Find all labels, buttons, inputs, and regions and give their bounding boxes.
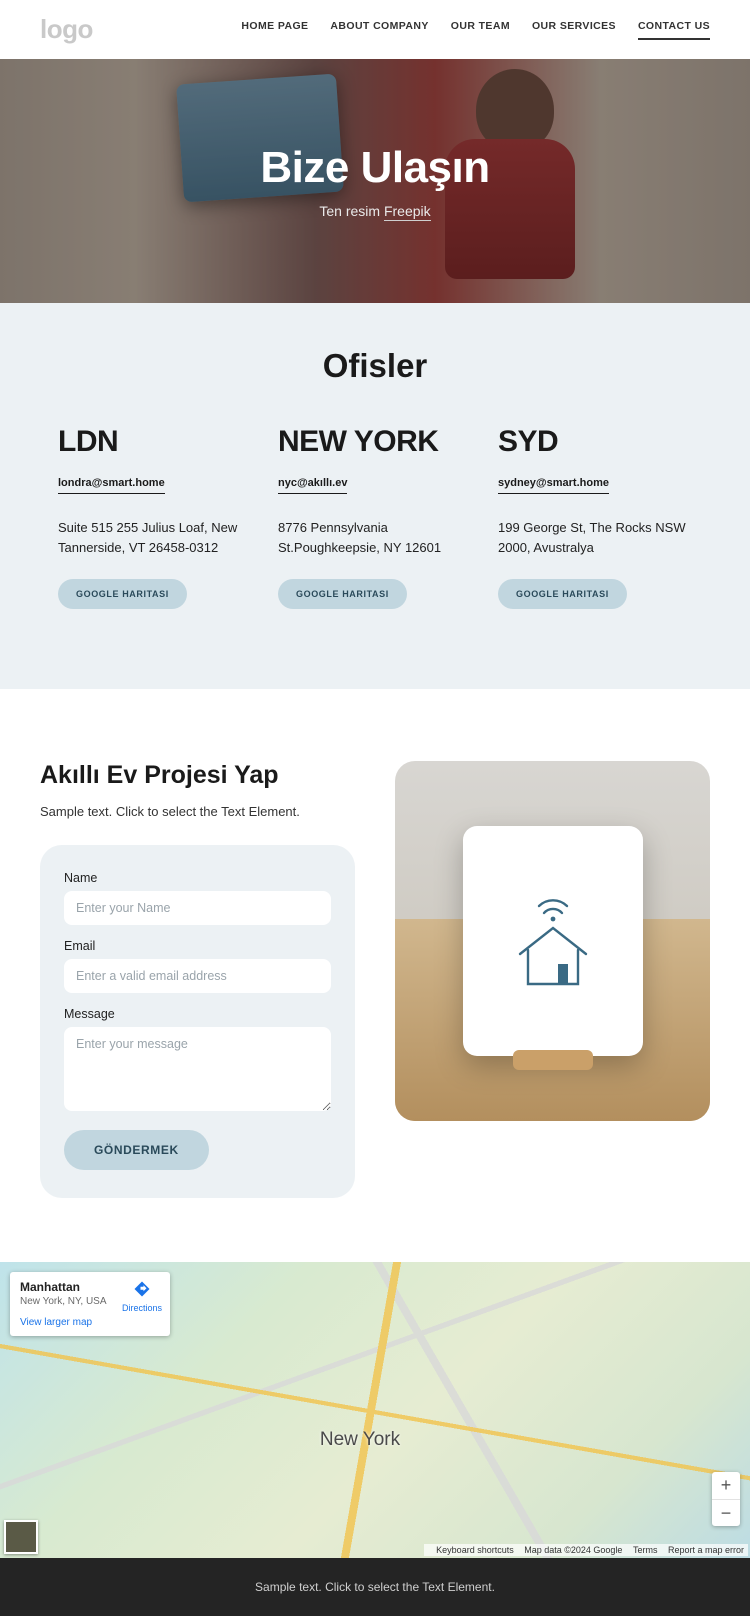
project-title: Akıllı Ev Projesi Yap (40, 761, 355, 790)
map-directions-label: Directions (122, 1303, 162, 1313)
map-keyboard-link[interactable]: Keyboard shortcuts (436, 1545, 514, 1555)
hero-credit-link[interactable]: Freepik (384, 203, 431, 221)
email-input[interactable] (64, 959, 331, 993)
office-syd-name: SYD (498, 425, 692, 459)
submit-button[interactable]: GÖNDERMEK (64, 1130, 209, 1170)
office-ldn-email[interactable]: londra@smart.home (58, 477, 165, 494)
map-data-label: Map data ©2024 Google (524, 1545, 622, 1555)
header: logo HOME PAGE ABOUT COMPANY OUR TEAM OU… (0, 0, 750, 59)
map-zoom-in-button[interactable]: + (712, 1472, 740, 1499)
hero-title: Bize Ulaşın (260, 143, 489, 193)
map-info-card: Manhattan New York, NY, USA Directions V… (10, 1272, 170, 1336)
office-syd: SYD sydney@smart.home 199 George St, The… (498, 425, 692, 609)
map-zoom-out-button[interactable]: − (712, 1499, 740, 1526)
project-section: Akıllı Ev Projesi Yap Sample text. Click… (0, 689, 750, 1262)
office-ldn: LDN londra@smart.home Suite 515 255 Juli… (58, 425, 252, 609)
map-section[interactable]: New York Manhattan New York, NY, USA Dir… (0, 1262, 750, 1558)
map-city-label: New York (320, 1429, 400, 1451)
office-ldn-name: LDN (58, 425, 252, 459)
office-nyc-email[interactable]: nyc@akıllı.ev (278, 477, 347, 494)
map-terms-link[interactable]: Terms (633, 1545, 658, 1555)
message-label: Message (64, 1007, 331, 1021)
email-label: Email (64, 939, 331, 953)
footer-text: Sample text. Click to select the Text El… (255, 1580, 495, 1594)
office-syd-map-button[interactable]: GOOGLE HARITASI (498, 579, 627, 609)
map-directions-button[interactable]: Directions (122, 1280, 162, 1316)
name-input[interactable] (64, 891, 331, 925)
project-lead: Sample text. Click to select the Text El… (40, 804, 355, 819)
map-streetview-thumb[interactable] (4, 1520, 38, 1554)
name-label: Name (64, 871, 331, 885)
contact-form: Name Email Message GÖNDERMEK (40, 845, 355, 1198)
offices-section: Ofisler LDN londra@smart.home Suite 515 … (0, 303, 750, 689)
office-nyc-name: NEW YORK (278, 425, 472, 459)
office-syd-address: 199 George St, The Rocks NSW 2000, Avust… (498, 518, 692, 557)
hero-subtitle-prefix: Ten resim (319, 203, 384, 219)
map-report-link[interactable]: Report a map error (668, 1545, 744, 1555)
logo[interactable]: logo (40, 14, 93, 45)
directions-icon (133, 1280, 151, 1298)
offices-title: Ofisler (58, 347, 692, 385)
project-image (395, 761, 710, 1121)
nav-about[interactable]: ABOUT COMPANY (330, 20, 428, 40)
hero: Bize Ulaşın Ten resim Freepik (0, 59, 750, 303)
office-nyc-address: 8776 Pennsylvania St.Poughkeepsie, NY 12… (278, 518, 472, 557)
smart-home-icon (508, 884, 598, 994)
project-left: Akıllı Ev Projesi Yap Sample text. Click… (40, 761, 355, 1198)
footer: Sample text. Click to select the Text El… (0, 1558, 750, 1616)
office-nyc-map-button[interactable]: GOOGLE HARITASI (278, 579, 407, 609)
smart-home-tablet-graphic (463, 826, 643, 1056)
nav-services[interactable]: OUR SERVICES (532, 20, 616, 40)
nav-team[interactable]: OUR TEAM (451, 20, 510, 40)
map-zoom-controls: + − (712, 1472, 740, 1526)
nav-home[interactable]: HOME PAGE (241, 20, 308, 40)
office-nyc: NEW YORK nyc@akıllı.ev 8776 Pennsylvania… (278, 425, 472, 609)
message-input[interactable] (64, 1027, 331, 1111)
office-ldn-map-button[interactable]: GOOGLE HARITASI (58, 579, 187, 609)
office-syd-email[interactable]: sydney@smart.home (498, 477, 609, 494)
nav-contact[interactable]: CONTACT US (638, 20, 710, 40)
office-ldn-address: Suite 515 255 Julius Loaf, New Tannersid… (58, 518, 252, 557)
hero-subtitle: Ten resim Freepik (319, 203, 430, 219)
map-view-larger-link[interactable]: View larger map (20, 1317, 160, 1328)
main-nav: HOME PAGE ABOUT COMPANY OUR TEAM OUR SER… (241, 20, 710, 40)
map-attribution: Keyboard shortcuts Map data ©2024 Google… (424, 1544, 748, 1556)
